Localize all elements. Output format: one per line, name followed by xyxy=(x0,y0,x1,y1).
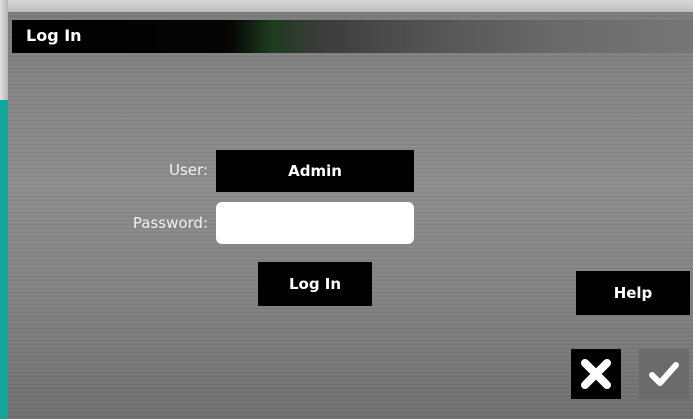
login-screen: Log In User: Admin Password: Log In Help xyxy=(0,0,693,419)
password-label: Password: xyxy=(132,214,208,232)
help-button[interactable]: Help xyxy=(576,271,690,315)
close-icon xyxy=(581,359,611,389)
login-button[interactable]: Log In xyxy=(258,262,372,306)
accent-strip xyxy=(0,100,8,419)
user-select-button[interactable]: Admin xyxy=(216,150,414,192)
checkmark-icon xyxy=(649,362,679,386)
left-frame xyxy=(0,0,8,100)
window-title: Log In xyxy=(26,26,82,45)
title-bar: Log In xyxy=(12,20,693,53)
confirm-button[interactable] xyxy=(639,349,689,399)
cancel-button[interactable] xyxy=(571,349,621,399)
top-frame xyxy=(0,0,693,12)
user-label: User: xyxy=(169,161,208,179)
password-input[interactable] xyxy=(216,202,414,244)
